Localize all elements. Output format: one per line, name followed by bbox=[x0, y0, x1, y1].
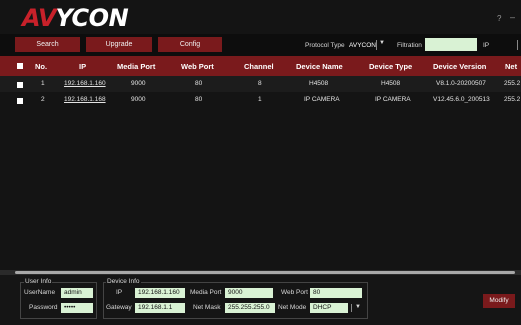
column-header-media-port[interactable]: Media Port bbox=[117, 62, 155, 71]
column-header-device-type[interactable]: Device Type bbox=[369, 62, 412, 71]
select-divider bbox=[376, 40, 377, 50]
modify-button[interactable]: Modify bbox=[483, 294, 515, 308]
row-checkbox[interactable] bbox=[17, 98, 23, 104]
filtration-label: Filtration bbox=[397, 42, 422, 49]
password-field[interactable]: ••••• bbox=[61, 303, 93, 313]
netmask-field[interactable]: 255.255.255.0 bbox=[225, 303, 275, 313]
minimize-icon[interactable]: – bbox=[510, 12, 515, 22]
cell-device-name: IP CAMERA bbox=[304, 96, 340, 103]
cell-device-version: V8.1.0-20200507 bbox=[436, 80, 486, 87]
column-header-device-version[interactable]: Device Version bbox=[433, 62, 486, 71]
cell-no: 2 bbox=[41, 96, 45, 103]
upgrade-button[interactable]: Upgrade bbox=[86, 37, 152, 52]
netmode-label: Net Mode bbox=[278, 304, 307, 311]
cell-channel: 8 bbox=[258, 80, 262, 87]
cell-no: 1 bbox=[41, 80, 45, 87]
cell-device-type: IP CAMERA bbox=[375, 96, 411, 103]
filtration-divider bbox=[517, 40, 518, 50]
device-table: No. IP Media Port Web Port Channel Devic… bbox=[0, 56, 521, 270]
title-bar: AV YCON ? – bbox=[0, 0, 521, 34]
netmode-divider bbox=[351, 304, 352, 312]
cell-media-port: 9000 bbox=[131, 80, 146, 87]
username-field[interactable]: admin bbox=[61, 288, 93, 298]
cell-ip-link[interactable]: 192.168.1.168 bbox=[64, 96, 106, 103]
cell-device-name: H4508 bbox=[309, 80, 329, 87]
username-label: UserName bbox=[24, 289, 56, 296]
row-checkbox[interactable] bbox=[17, 82, 23, 88]
web-port-label: Web Port bbox=[281, 289, 308, 296]
chevron-down-icon[interactable]: ▼ bbox=[379, 40, 385, 46]
select-all-checkbox[interactable] bbox=[17, 63, 23, 69]
device-ip-field[interactable]: 192.168.1.160 bbox=[135, 288, 185, 298]
scrollbar-thumb[interactable] bbox=[15, 271, 515, 274]
search-button[interactable]: Search bbox=[15, 37, 80, 52]
cell-media-port: 9000 bbox=[131, 96, 146, 103]
column-header-device-name[interactable]: Device Name bbox=[296, 62, 343, 71]
help-icon[interactable]: ? bbox=[497, 14, 501, 23]
chevron-down-icon[interactable]: ▼ bbox=[355, 304, 361, 310]
netmode-select[interactable]: DHCP bbox=[310, 303, 348, 313]
cell-device-type: H4508 bbox=[381, 80, 401, 87]
cell-web-port: 80 bbox=[195, 80, 203, 87]
table-header: No. IP Media Port Web Port Channel Devic… bbox=[0, 56, 521, 76]
web-port-field[interactable]: 80 bbox=[310, 288, 362, 298]
column-header-web-port[interactable]: Web Port bbox=[181, 62, 214, 71]
filtration-ip-label: IP bbox=[483, 42, 490, 49]
column-header-ip[interactable]: IP bbox=[79, 62, 86, 71]
device-info-title: Device Info bbox=[106, 278, 141, 285]
protocol-type-label: Protocol Type bbox=[305, 42, 345, 49]
netmask-label: Net Mask bbox=[193, 304, 221, 311]
column-header-net[interactable]: Net bbox=[505, 62, 517, 71]
gateway-label: Gateway bbox=[106, 304, 132, 311]
cell-device-version: V12.45.6.0_200513 bbox=[433, 96, 490, 103]
info-panel: User Info UserName admin Password ••••• … bbox=[0, 275, 521, 325]
config-button[interactable]: Config bbox=[158, 37, 222, 52]
protocol-type-select[interactable]: AVYCON bbox=[349, 42, 376, 49]
cell-net: 255.2 bbox=[504, 96, 521, 103]
filtration-input[interactable] bbox=[425, 38, 477, 51]
cell-web-port: 80 bbox=[195, 96, 203, 103]
media-port-field[interactable]: 9000 bbox=[225, 288, 273, 298]
cell-net: 255.2 bbox=[504, 80, 521, 87]
logo-text: YCON bbox=[55, 4, 129, 32]
table-row[interactable]: 2 192.168.1.168 9000 80 1 IP CAMERA IP C… bbox=[0, 92, 521, 112]
cell-channel: 1 bbox=[258, 96, 262, 103]
avycon-logo: AV YCON bbox=[22, 4, 129, 32]
user-info-title: User Info bbox=[24, 278, 53, 285]
device-ip-label: IP bbox=[116, 289, 123, 296]
column-header-channel[interactable]: Channel bbox=[244, 62, 274, 71]
cell-ip-link[interactable]: 192.168.1.160 bbox=[64, 80, 106, 87]
column-header-no[interactable]: No. bbox=[35, 62, 47, 71]
logo-accent-text: AV bbox=[22, 4, 57, 32]
gateway-field[interactable]: 192.168.1.1 bbox=[135, 303, 185, 313]
media-port-label: Media Port bbox=[190, 289, 222, 296]
toolbar: Search Upgrade Config Protocol Type AVYC… bbox=[0, 34, 521, 56]
password-label: Password bbox=[29, 304, 58, 311]
